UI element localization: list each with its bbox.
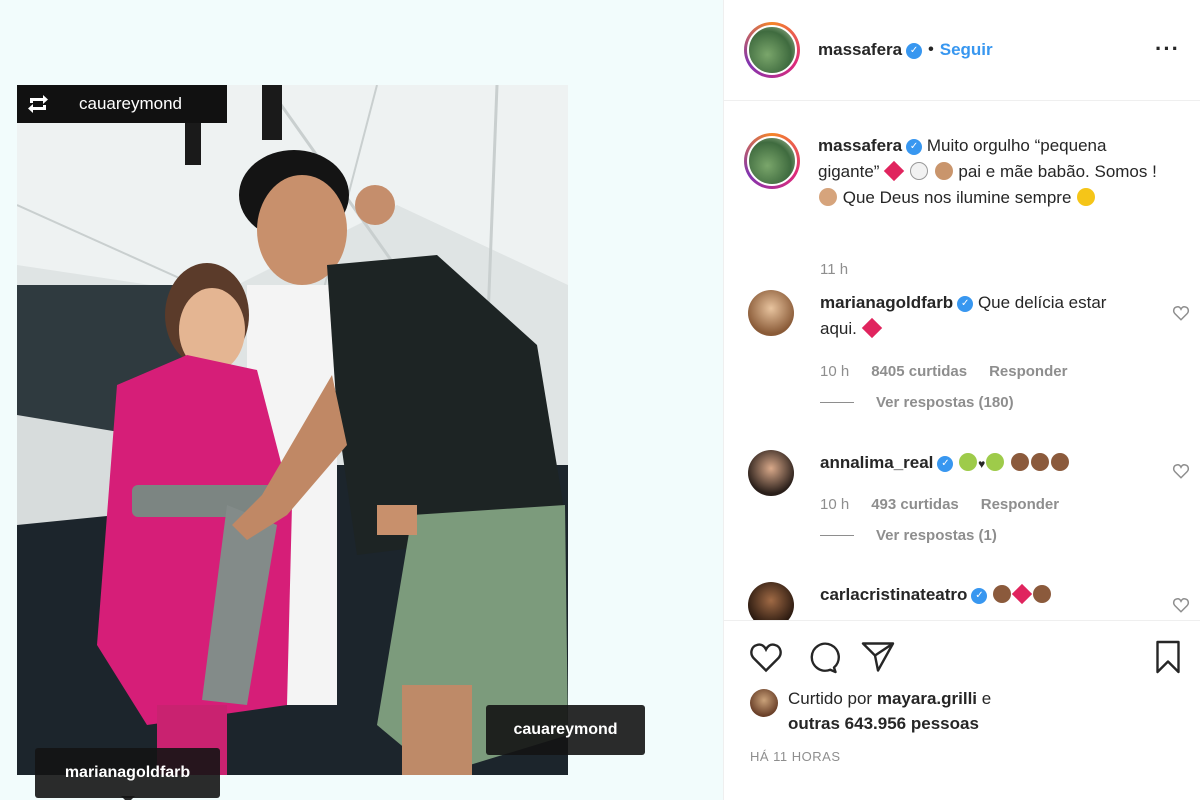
fist-emoji-icon <box>1033 585 1052 603</box>
comment-time: 10 h <box>820 363 850 380</box>
view-replies-label[interactable]: Ver respostas (180) <box>876 394 1014 411</box>
caption-line3: Que Deus nos ilumine sempre <box>842 188 1072 207</box>
rock-hand-emoji-icon <box>819 188 837 206</box>
comment-icon[interactable] <box>804 639 840 675</box>
author-avatar[interactable] <box>744 22 800 78</box>
comment-like-icon[interactable] <box>1172 596 1190 614</box>
comment-likes[interactable]: 8405 curtidas <box>871 363 967 380</box>
post-header: massafera ✓ • Seguir ··· <box>724 0 1200 101</box>
fist-emoji-icon <box>1011 453 1029 471</box>
heart-emoji-icon <box>861 317 882 339</box>
commenter-avatar[interactable] <box>748 450 794 496</box>
post-timestamp[interactable]: HÁ 11 HORAS <box>750 749 841 764</box>
comments-section[interactable]: massafera ✓ Muito orgulho “pequena gigant… <box>724 101 1200 620</box>
liked-prefix: Curtido por <box>788 689 873 708</box>
commenter-avatar[interactable] <box>748 290 794 336</box>
sparkles-emoji-icon <box>1077 188 1096 206</box>
caption-line2: pai e mãe babão. Somos ! <box>958 162 1157 181</box>
liker-avatar[interactable] <box>750 689 778 717</box>
fist-emoji-icon <box>1031 453 1049 471</box>
liked-by-text: Curtido por mayara.grilli e outras 643.9… <box>788 686 991 736</box>
replies-line <box>820 402 854 403</box>
view-replies-button[interactable]: Ver respostas (1) <box>820 527 997 544</box>
follow-button[interactable]: Seguir <box>940 40 993 60</box>
replies-line <box>820 535 854 536</box>
photo-illustration <box>17 85 568 775</box>
emoji-icon <box>986 453 1005 471</box>
view-replies-button[interactable]: Ver respostas (180) <box>820 394 1014 411</box>
fist-emoji-icon <box>934 162 953 180</box>
commenter-avatar[interactable] <box>748 582 794 620</box>
separator-dot: • <box>928 41 934 58</box>
verified-icon: ✓ <box>937 455 954 472</box>
comment-item: marianagoldfarb ✓ Que delícia estar aqui.… <box>748 290 1190 420</box>
verified-icon: ✓ <box>906 42 923 59</box>
share-icon[interactable] <box>860 639 896 675</box>
comment-meta: 10 h 493 curtidas Responder <box>820 496 1059 513</box>
emoji-icon <box>959 453 978 471</box>
save-bookmark-icon[interactable] <box>1150 639 1186 675</box>
verified-icon: ✓ <box>906 138 923 155</box>
reply-button[interactable]: Responder <box>989 363 1067 380</box>
post-sidebar: massafera ✓ • Seguir ··· massafera ✓ Muito… <box>723 0 1200 800</box>
comment-item: annalima_real ✓ ♥ 10 h 493 curtidas Respo… <box>748 450 1190 580</box>
caption-username[interactable]: massafera <box>818 136 902 155</box>
liked-user[interactable]: mayara.grilli <box>877 689 977 708</box>
commenter-username[interactable]: marianagoldfarb <box>820 293 953 312</box>
user-tag-cauareymond[interactable]: cauareymond <box>486 705 645 755</box>
fist-emoji-icon <box>993 585 1012 603</box>
heart-emoji-icon <box>883 160 905 182</box>
view-replies-label[interactable]: Ver respostas (1) <box>876 527 997 544</box>
comment-likes[interactable]: 493 curtidas <box>871 496 959 513</box>
liked-by: Curtido por mayara.grilli e outras 643.9… <box>750 686 991 736</box>
repost-icon <box>28 95 48 113</box>
comment-like-icon[interactable] <box>1172 462 1190 480</box>
more-options-icon[interactable]: ··· <box>1155 36 1180 62</box>
caption-text: massafera ✓ Muito orgulho “pequena gigant… <box>818 133 1158 211</box>
reply-button[interactable]: Responder <box>981 496 1059 513</box>
post-actions: Curtido por mayara.grilli e outras 643.9… <box>724 620 1200 800</box>
comment-text: carlacristinateatro ✓ <box>820 582 1140 608</box>
user-tag-marianagoldfarb[interactable]: marianagoldfarb <box>35 748 220 800</box>
post-photo[interactable] <box>17 85 568 775</box>
comment-item: carlacristinateatro ✓ <box>748 582 1190 620</box>
black-heart-icon: ♥ <box>978 457 986 471</box>
comment-text: marianagoldfarb ✓ Que delícia estar aqui. <box>820 290 1140 342</box>
fist-emoji-icon <box>1051 453 1069 471</box>
verified-icon: ✓ <box>957 295 974 312</box>
comment-like-icon[interactable] <box>1172 304 1190 322</box>
liked-suffix: e <box>981 689 992 708</box>
caption-avatar[interactable] <box>744 133 800 189</box>
commenter-username[interactable]: annalima_real <box>820 453 933 472</box>
comment-time: 10 h <box>820 496 850 513</box>
like-icon[interactable] <box>748 639 784 675</box>
post-caption: massafera ✓ Muito orgulho “pequena gigant… <box>744 133 1158 211</box>
comment-meta: 10 h 8405 curtidas Responder <box>820 363 1067 380</box>
caption-time: 11 h <box>820 261 849 278</box>
repost-badge[interactable]: cauareymond <box>17 85 227 123</box>
gi-emoji-icon <box>909 162 928 180</box>
commenter-username[interactable]: carlacristinateatro <box>820 585 967 604</box>
verified-icon: ✓ <box>971 587 988 604</box>
heart-emoji-icon <box>1011 583 1033 605</box>
repost-username: cauareymond <box>79 94 183 113</box>
liked-others[interactable]: outras 643.956 pessoas <box>788 714 979 733</box>
instagram-post: cauareymond cauareymond marianagoldfarb … <box>0 0 1200 800</box>
media-area: cauareymond cauareymond marianagoldfarb <box>0 0 723 800</box>
author-username-text[interactable]: massafera <box>818 40 902 59</box>
comment-text: annalima_real ✓ ♥ <box>820 450 1140 477</box>
author-username[interactable]: massafera ✓ <box>818 40 923 60</box>
